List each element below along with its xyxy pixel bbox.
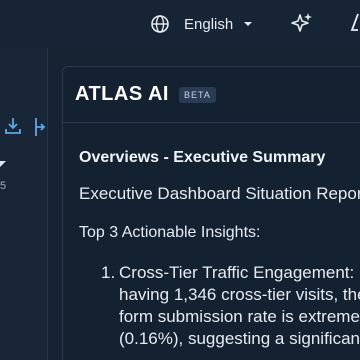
insights-list: 1. Cross-Tier Traffic Engagement: D havin…	[79, 262, 360, 350]
sidebar-number: 5	[0, 180, 7, 192]
list-line: Cross-Tier Traffic Engagement: D	[119, 263, 360, 282]
overview-heading: Overviews - Executive Summary	[79, 149, 326, 166]
language-selector[interactable]: English	[150, 12, 253, 36]
edit-icon[interactable]	[348, 12, 360, 34]
panel-header: ATLAS AI BETA	[63, 67, 360, 123]
sidebar: 5	[0, 48, 48, 360]
sparkle-icon[interactable]	[290, 11, 314, 35]
insights-heading: Top 3 Actionable Insights:	[79, 224, 261, 241]
chevron-down-icon	[244, 22, 253, 26]
top-bar: English	[0, 0, 360, 48]
list-number: 1.	[101, 263, 116, 282]
response-content: Overviews - Executive Summary Executive …	[63, 123, 360, 350]
list-line: having 1,346 cross-tier visits, the	[119, 285, 360, 304]
list-line: (0.16%), suggesting a significant	[119, 329, 360, 348]
language-label: English	[184, 15, 234, 33]
caret-icon	[0, 161, 6, 167]
list-line: form submission rate is extremely	[119, 307, 360, 326]
globe-icon	[151, 15, 169, 33]
panel-toggle-icon[interactable]	[32, 116, 48, 138]
report-title: Executive Dashboard Situation Report	[79, 184, 360, 203]
brand-title: ATLAS AI	[75, 83, 169, 105]
assistant-panel: ATLAS AI BETA Overviews - Executive Summ…	[62, 66, 360, 360]
list-item: 1. Cross-Tier Traffic Engagement: D	[101, 262, 360, 284]
beta-badge: BETA	[179, 86, 216, 103]
download-icon[interactable]	[4, 116, 22, 136]
